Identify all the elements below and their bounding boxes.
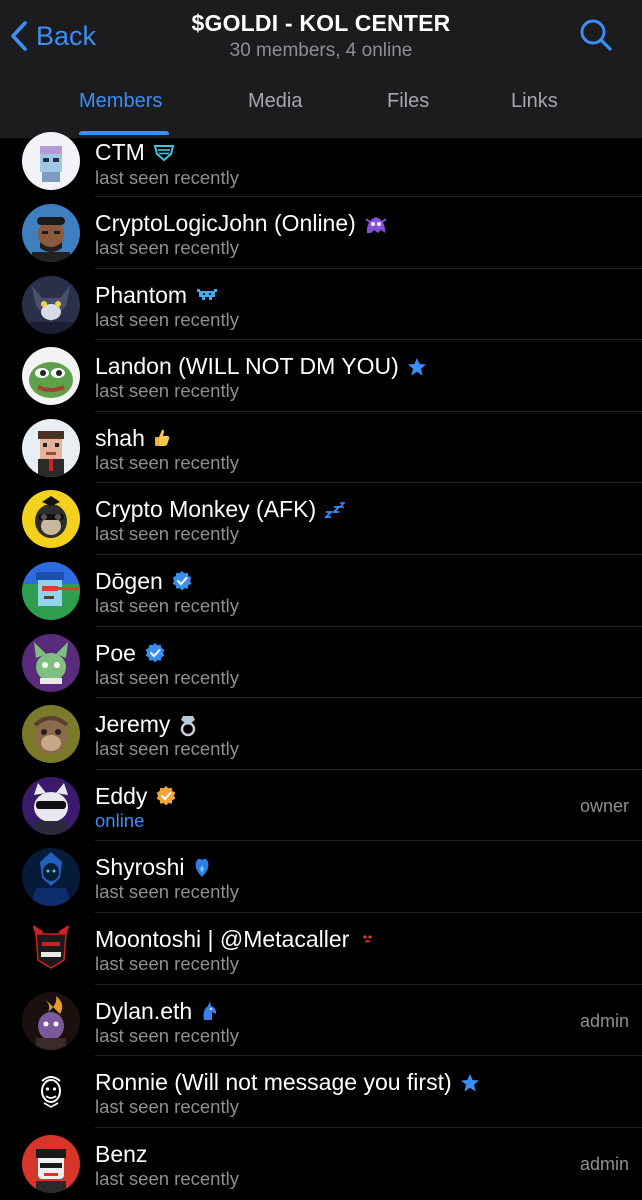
member-row-cryptologicjohn[interactable]: CryptoLogicJohn (Online) last seen recen…	[0, 197, 642, 269]
member-status: last seen recently	[95, 594, 239, 616]
member-row-crypto-monkey[interactable]: Crypto Monkey (AFK) last seen recently	[0, 483, 642, 555]
member-status: last seen recently	[95, 1096, 239, 1118]
avatar	[22, 633, 80, 692]
member-row-jeremy[interactable]: Jeremy last seen recently	[0, 698, 642, 770]
avatar	[22, 275, 80, 334]
member-status: last seen recently	[95, 237, 239, 258]
thumbs-up-icon	[153, 428, 171, 448]
member-status: last seen recently	[95, 451, 239, 473]
member-status: last seen recently	[95, 523, 239, 545]
member-row-poe[interactable]: Poe last seen recently	[0, 627, 642, 699]
avatar	[22, 347, 80, 406]
purple-ghost-icon	[364, 213, 388, 235]
member-row-ronnie[interactable]: Ronnie (Will not message you first) last…	[0, 1056, 642, 1128]
top-bar: Back $GOLDI - KOL CENTER 30 members, 4 o…	[0, 0, 642, 138]
member-status: online	[95, 809, 145, 831]
member-name: Benz	[95, 1140, 148, 1167]
member-row-ctm[interactable]: CTM last seen recently	[0, 132, 642, 197]
member-count: 30 members, 4 online	[229, 40, 413, 61]
avatar	[22, 204, 80, 262]
member-name: Landon (WILL NOT DM YOU)	[95, 353, 399, 380]
star-icon	[460, 1073, 480, 1093]
role-badge: admin	[579, 1010, 629, 1031]
tiny-face-icon	[357, 929, 377, 949]
member-status: last seen recently	[95, 881, 239, 903]
role-badge: owner	[579, 795, 629, 816]
verified-blue-icon	[144, 642, 166, 664]
blue-heart-icon	[192, 857, 212, 879]
tab-files[interactable]: Files	[387, 90, 429, 113]
member-row-landon[interactable]: Landon (WILL NOT DM YOU) last seen recen…	[0, 340, 642, 412]
member-name: Dylan.eth	[95, 997, 193, 1024]
member-status: last seen recently	[95, 1167, 239, 1189]
member-name: Phantom	[95, 281, 188, 308]
member-name: Eddy	[95, 782, 148, 809]
shield-blue-icon	[153, 144, 175, 162]
member-row-moontoshi[interactable]: Moontoshi | @Metacaller last seen recent…	[0, 913, 642, 985]
member-name: CryptoLogicJohn (Online)	[95, 210, 356, 236]
member-row-shah[interactable]: shah last seen recently	[0, 412, 642, 484]
avatar	[22, 848, 80, 907]
member-name: Jeremy	[95, 711, 171, 738]
member-row-dogen[interactable]: Dōgen last seen recently	[0, 555, 642, 627]
member-list: CTM last seen recently CryptoLogicJohn (…	[0, 132, 642, 1200]
member-name: shah	[95, 424, 145, 451]
tab-members[interactable]: Members	[79, 90, 162, 113]
member-name: CTM	[95, 139, 145, 165]
chat-title: $GOLDI - KOL CENTER	[191, 10, 451, 36]
avatar	[22, 991, 80, 1050]
sleep-zz-icon	[324, 502, 346, 518]
avatar	[22, 1063, 80, 1122]
member-name: Ronnie (Will not message you first)	[95, 1069, 452, 1096]
verified-gold-icon	[155, 785, 177, 807]
member-row-dylan-eth[interactable]: Dylan.eth last seen recently admin	[0, 985, 642, 1057]
active-tab-indicator	[79, 131, 169, 135]
tab-links[interactable]: Links	[511, 90, 558, 113]
search-icon	[580, 19, 612, 51]
avatar	[22, 705, 80, 764]
avatar	[22, 1134, 80, 1193]
member-status: last seen recently	[95, 380, 239, 402]
member-status: last seen recently	[95, 952, 239, 974]
member-row-phantom[interactable]: Phantom last seen recently	[0, 269, 642, 341]
member-status: last seen recently	[95, 308, 239, 330]
space-invader-icon	[195, 287, 219, 303]
avatar	[22, 776, 80, 835]
star-icon	[407, 357, 427, 377]
avatar	[22, 561, 80, 620]
search-button[interactable]	[578, 17, 614, 53]
avatar	[22, 132, 80, 190]
member-status: last seen recently	[95, 738, 239, 760]
member-row-shyroshi[interactable]: Shyroshi last seen recently	[0, 841, 642, 913]
member-name: Dōgen	[95, 567, 163, 594]
member-status: last seen recently	[95, 666, 239, 688]
diamond-ring-icon	[178, 713, 198, 737]
blue-unicorn-icon	[200, 1000, 220, 1022]
member-row-benz[interactable]: Benz last seen recently admin	[0, 1128, 642, 1200]
avatar	[22, 418, 80, 477]
avatar	[22, 490, 80, 549]
member-status: last seen recently	[95, 167, 239, 188]
avatar	[22, 919, 80, 978]
verified-blue-icon	[171, 570, 193, 592]
member-name: Moontoshi | @Metacaller	[95, 925, 350, 952]
member-row-eddy[interactable]: Eddy online owner	[0, 770, 642, 842]
member-name: Crypto Monkey (AFK)	[95, 496, 317, 523]
member-name: Shyroshi	[95, 854, 185, 881]
tab-media[interactable]: Media	[248, 90, 302, 113]
member-name: Poe	[95, 639, 136, 666]
member-status: last seen recently	[95, 1024, 239, 1046]
role-badge: admin	[579, 1153, 629, 1174]
